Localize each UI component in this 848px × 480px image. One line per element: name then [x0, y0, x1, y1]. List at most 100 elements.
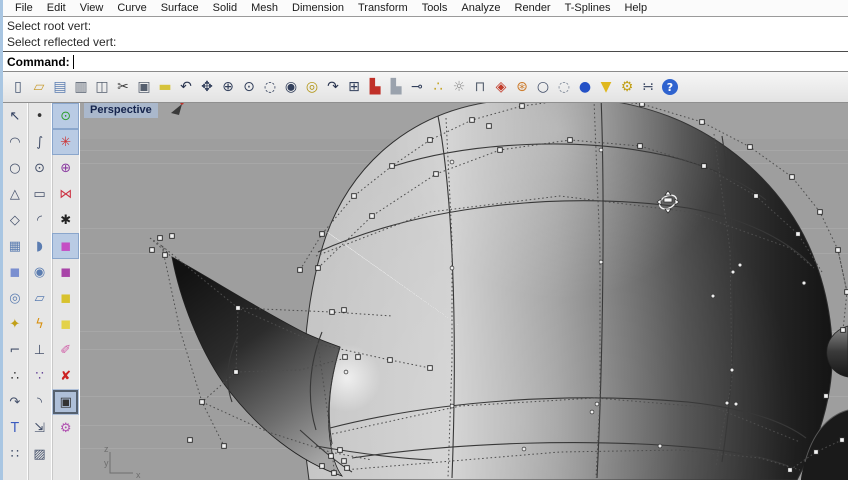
control-point[interactable] [795, 231, 801, 237]
ts-cube-purple-icon[interactable]: ◼ [52, 259, 79, 285]
surface-vertex[interactable] [657, 443, 663, 449]
interp-curve-icon[interactable]: ∫ [28, 129, 52, 155]
spheres-icon[interactable]: ◉ [28, 259, 52, 285]
menu-item-help[interactable]: Help [617, 2, 654, 14]
rectangle-icon[interactable]: ▭ [28, 181, 52, 207]
car-red-icon[interactable]: ▙ [365, 76, 385, 98]
point-explode-icon[interactable]: ∴ [428, 76, 448, 98]
control-point[interactable] [823, 393, 829, 399]
control-point[interactable] [331, 470, 337, 476]
surface-patch-icon[interactable]: ▦ [3, 233, 27, 259]
control-point[interactable] [351, 193, 357, 199]
box-icon[interactable]: ◼ [3, 259, 27, 285]
control-point[interactable] [319, 463, 325, 469]
ts-sphere-axes-icon[interactable]: ⊕ [52, 155, 79, 181]
control-point[interactable] [497, 147, 503, 153]
torus-icon[interactable]: ◎ [3, 285, 27, 311]
control-point[interactable] [355, 354, 361, 360]
lock-icon[interactable]: ⊓ [470, 76, 490, 98]
control-point[interactable] [169, 233, 175, 239]
ts-gears-icon[interactable]: ⚙ [52, 415, 79, 441]
print-icon[interactable]: ▥ [71, 76, 91, 98]
control-point[interactable] [344, 465, 350, 471]
circle-icon[interactable]: ○ [3, 155, 27, 181]
surface-vertex[interactable] [343, 369, 349, 375]
ts-power-icon[interactable]: ⊙ [52, 103, 79, 129]
menu-item-dimension[interactable]: Dimension [285, 2, 351, 14]
copy-page-icon[interactable]: ◫ [92, 76, 112, 98]
control-point[interactable] [315, 265, 321, 271]
ts-point-link-icon[interactable]: ⋈ [52, 181, 79, 207]
copy-icon[interactable]: ▣ [134, 76, 154, 98]
menu-item-edit[interactable]: Edit [40, 2, 73, 14]
surface-vertex[interactable] [598, 147, 604, 153]
control-point[interactable] [427, 137, 433, 143]
control-point[interactable] [787, 467, 793, 473]
control-point[interactable] [162, 252, 168, 258]
car-gray-icon[interactable]: ▙ [386, 76, 406, 98]
menu-item-tools[interactable]: Tools [415, 2, 455, 14]
ts-cube-magenta-icon[interactable]: ◼ [52, 233, 79, 259]
wireframe-sphere-icon[interactable]: ○ [533, 76, 553, 98]
viewport-layout-icon[interactable]: ⊞ [344, 76, 364, 98]
control-point[interactable] [328, 453, 334, 459]
move-points-icon[interactable]: ⇲ [28, 415, 52, 441]
control-point[interactable] [387, 357, 393, 363]
orient-on-curve-icon[interactable]: ⊸ [407, 76, 427, 98]
control-point[interactable] [329, 309, 335, 315]
surface-vertex[interactable] [449, 159, 455, 165]
control-point[interactable] [519, 103, 525, 109]
ts-eraser-icon[interactable]: ✐ [52, 337, 79, 363]
arc-tool-icon[interactable]: ↷ [3, 389, 27, 415]
control-point[interactable] [789, 174, 795, 180]
surface-vertex[interactable] [598, 259, 604, 265]
control-point[interactable] [233, 369, 239, 375]
surface-vertex[interactable] [737, 262, 743, 268]
menu-item-mesh[interactable]: Mesh [244, 2, 285, 14]
menu-item-solid[interactable]: Solid [206, 2, 244, 14]
fillet-corner-icon[interactable]: ◜ [28, 207, 52, 233]
control-point[interactable] [433, 171, 439, 177]
tee-pipe-icon[interactable]: ⊥ [28, 337, 52, 363]
dot-group-icon[interactable]: ∵ [28, 363, 52, 389]
control-point[interactable] [747, 144, 753, 150]
command-input-row[interactable]: Command: [0, 51, 848, 72]
control-point[interactable] [817, 209, 823, 215]
surface-curve-icon[interactable]: ◗ [28, 233, 52, 259]
control-point[interactable] [813, 449, 819, 455]
menu-item-surface[interactable]: Surface [154, 2, 206, 14]
ts-gears-icon[interactable]: ⚙ [617, 76, 637, 98]
zoom-dynamic-icon[interactable]: ◉ [281, 76, 301, 98]
control-point[interactable] [342, 354, 348, 360]
control-point[interactable] [297, 267, 303, 273]
menu-item-render[interactable]: Render [508, 2, 558, 14]
surface-vertex[interactable] [710, 293, 716, 299]
control-point[interactable] [840, 327, 846, 333]
menu-item-file[interactable]: File [8, 2, 40, 14]
open-folder-icon[interactable]: ▱ [29, 76, 49, 98]
surface-vertex[interactable] [589, 409, 595, 415]
zoom-in-icon[interactable]: ⊙ [239, 76, 259, 98]
control-point[interactable] [567, 137, 573, 143]
ts-cube-yellow-a-icon[interactable]: ◼ [52, 285, 79, 311]
control-point[interactable] [187, 437, 193, 443]
control-point[interactable] [369, 213, 375, 219]
cone-icon[interactable]: △ [3, 181, 27, 207]
help-icon[interactable]: ? [662, 79, 678, 95]
text-tool-icon[interactable]: T [3, 415, 27, 441]
surface-vertex[interactable] [801, 280, 807, 286]
blend-icon[interactable]: ✦ [3, 311, 27, 337]
control-point[interactable] [701, 163, 707, 169]
ts-delete-icon[interactable]: ✘ [52, 363, 79, 389]
single-point-icon[interactable]: • [28, 103, 52, 129]
menu-item-view[interactable]: View [73, 2, 111, 14]
pipe-icon[interactable]: ⌐ [3, 337, 27, 363]
point-cloud-icon[interactable]: ∴ [3, 363, 27, 389]
menu-item-analyze[interactable]: Analyze [454, 2, 507, 14]
undo-icon[interactable]: ↶ [176, 76, 196, 98]
control-point-curve-icon[interactable]: ◠ [3, 129, 27, 155]
surface-vertex[interactable] [521, 446, 527, 452]
surface-vertex[interactable] [449, 265, 455, 271]
surface-vertex[interactable] [730, 269, 736, 275]
plane-icon[interactable]: ▱ [28, 285, 52, 311]
